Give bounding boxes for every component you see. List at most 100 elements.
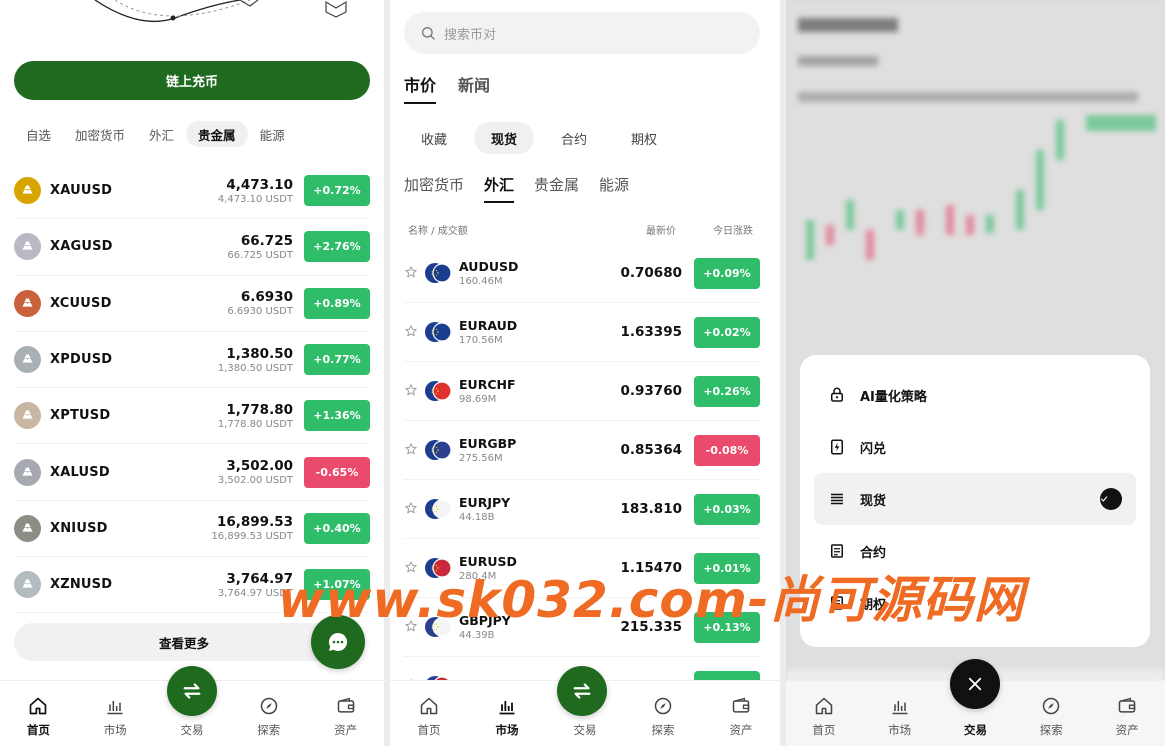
- menu-option-label: 现货: [860, 493, 887, 509]
- tab-1[interactable]: 加密货币: [63, 121, 137, 147]
- change-badge[interactable]: +0.72%: [304, 175, 370, 207]
- table-row[interactable]: EURGBP 275.56M 0.85364 -0.08%: [404, 421, 760, 480]
- gold-bar-icon: [22, 579, 33, 588]
- price-usdt: 6.6930 USDT: [227, 306, 293, 318]
- price-usdt: 16,899.53 USDT: [211, 531, 293, 543]
- symbol-block: EURJPY 44.18B: [459, 495, 621, 523]
- change-badge[interactable]: +1.36%: [304, 400, 370, 432]
- nav-assets[interactable]: 资产: [316, 696, 376, 738]
- tab-cat_tabs-3[interactable]: 能源: [599, 174, 629, 203]
- tab-sub_tabs-0[interactable]: 收藏: [404, 122, 464, 154]
- watermark-text: www.sk032.com-尚可源码网: [278, 571, 1025, 629]
- tab-cat_tabs-0[interactable]: 加密货币: [404, 174, 464, 203]
- tab-main_tabs-0[interactable]: 市价: [404, 72, 437, 104]
- nav-market[interactable]: 市场: [85, 696, 145, 738]
- list-item[interactable]: XPTUSD 1,778.80 1,778.80 USDT +1.36%: [14, 388, 370, 445]
- list-item[interactable]: XCUUSD 6.6930 6.6930 USDT +0.89%: [14, 276, 370, 332]
- table-row[interactable]: EURAUD 170.56M 1.63395 +0.02%: [404, 303, 760, 362]
- change-badge[interactable]: +0.40%: [304, 512, 370, 544]
- change-badge[interactable]: +0.09%: [694, 257, 760, 289]
- menu-option-1[interactable]: 闪兑: [814, 421, 1136, 473]
- search-bar[interactable]: 搜索币对: [404, 12, 760, 54]
- change-badge[interactable]: +0.02%: [694, 316, 760, 348]
- nav-home[interactable]: 首页: [794, 696, 854, 738]
- favorite-star-icon[interactable]: [404, 382, 424, 401]
- home-screen: 链上充币 自选 加密货币 外汇 贵金属 能源 XAUUSD 4,473.10 4,473.1…: [0, 0, 384, 746]
- currency-flag-icon: [424, 318, 452, 346]
- table-row[interactable]: EURJPY 44.18B 183.810 +0.03%: [404, 480, 760, 539]
- onchain-deposit-button[interactable]: 链上充币: [14, 61, 370, 100]
- price: 1.63395: [620, 324, 683, 340]
- metal-coin-icon: [14, 402, 41, 430]
- check-icon: [1100, 488, 1122, 510]
- tab-sub_tabs-3[interactable]: 期权: [614, 122, 674, 154]
- search-icon: [422, 27, 435, 40]
- tab-3[interactable]: 贵金属: [186, 121, 248, 147]
- favorite-star-icon[interactable]: [404, 264, 424, 283]
- list-item[interactable]: XALUSD 3,502.00 3,502.00 USDT -0.65%: [14, 444, 370, 501]
- tab-4[interactable]: 能源: [248, 121, 297, 147]
- trade-fab[interactable]: [167, 666, 217, 716]
- category-tabs: 自选 加密货币 外汇 贵金属 能源: [14, 120, 370, 148]
- list-item[interactable]: XAUUSD 4,473.10 4,473.10 USDT +0.72%: [14, 163, 370, 220]
- change-badge[interactable]: -0.65%: [304, 456, 370, 488]
- wallet-icon: [1118, 697, 1136, 713]
- price-box: 1,380.50 1,380.50 USDT: [218, 346, 293, 374]
- nav-explore[interactable]: 探索: [239, 696, 299, 738]
- nav-assets[interactable]: 资产: [711, 696, 771, 738]
- favorite-star-icon[interactable]: [404, 500, 424, 519]
- tab-0[interactable]: 自选: [14, 121, 63, 147]
- tab-cat_tabs-2[interactable]: 贵金属: [534, 174, 579, 203]
- favorite-star-icon[interactable]: [404, 441, 424, 460]
- list-item[interactable]: XAGUSD 66.725 66.725 USDT +2.76%: [14, 219, 370, 276]
- nav-assets[interactable]: 资产: [1097, 696, 1157, 738]
- volume: 275.56M: [459, 453, 503, 464]
- change-badge[interactable]: +2.76%: [304, 231, 370, 263]
- nav-market[interactable]: 市场: [870, 696, 930, 738]
- change-badge[interactable]: +0.03%: [694, 493, 760, 525]
- market-chart-icon: [892, 701, 908, 715]
- list-icon: [831, 493, 843, 505]
- star-icon: [405, 265, 417, 277]
- trade-fab[interactable]: [557, 666, 607, 716]
- nav-explore[interactable]: 探索: [1021, 696, 1081, 738]
- nav-market[interactable]: 市场: [477, 696, 537, 738]
- volume: 98.69M: [459, 394, 497, 405]
- change-badge[interactable]: +0.89%: [304, 287, 370, 319]
- nav-explore[interactable]: 探索: [633, 696, 693, 738]
- tab-cat_tabs-1[interactable]: 外汇: [484, 174, 515, 203]
- change-badge[interactable]: +0.77%: [304, 344, 370, 376]
- gold-bar-icon: [22, 523, 33, 532]
- tab-2[interactable]: 外汇: [137, 121, 186, 147]
- price-box: 4,473.10 4,473.10 USDT: [218, 177, 293, 205]
- nav-home[interactable]: 首页: [399, 696, 459, 738]
- menu-option-2[interactable]: 现货: [814, 473, 1136, 525]
- tab-main_tabs-1[interactable]: 新闻: [458, 72, 490, 104]
- menu-option-0[interactable]: AI量化策略: [814, 369, 1136, 421]
- swap-arrows-icon: [573, 683, 591, 699]
- nav-trade-label: 交易: [180, 723, 204, 737]
- checkmark-icon: [1100, 496, 1108, 502]
- tab-sub_tabs-2[interactable]: 合约: [544, 122, 604, 154]
- symbol-block: EURGBP 275.56M: [459, 436, 621, 464]
- close-menu-button[interactable]: [950, 659, 1000, 709]
- nav-home[interactable]: 首页: [8, 696, 68, 738]
- volume: 160.46M: [459, 276, 503, 287]
- metals-list: XAUUSD 4,473.10 4,473.10 USDT +0.72% XAGUSD 6…: [14, 163, 370, 614]
- nav-explore-label: 探索: [257, 723, 281, 737]
- list-item[interactable]: XPDUSD 1,380.50 1,380.50 USDT +0.77%: [14, 332, 370, 389]
- change-badge[interactable]: +0.26%: [694, 375, 760, 407]
- gold-bar-icon: [22, 298, 33, 307]
- search-placeholder[interactable]: 搜索币对: [444, 24, 496, 43]
- forex-list: AUDUSD 160.46M 0.70680 +0.09% EURAUD 170.56M 1…: [404, 244, 760, 716]
- metal-coin-icon: [14, 346, 41, 374]
- table-row[interactable]: AUDUSD 160.46M 0.70680 +0.09%: [404, 244, 760, 303]
- nav-home-label: 首页: [812, 723, 836, 737]
- table-row[interactable]: EURCHF 98.69M 0.93760 +0.26%: [404, 362, 760, 421]
- list-item[interactable]: XNIUSD 16,899.53 16,899.53 USDT +0.40%: [14, 501, 370, 558]
- favorite-star-icon[interactable]: [404, 323, 424, 342]
- gold-bar-icon: [22, 185, 33, 194]
- change-badge[interactable]: -0.08%: [694, 434, 760, 466]
- symbol: EURCHF: [459, 377, 516, 392]
- tab-sub_tabs-1[interactable]: 现货: [474, 122, 535, 154]
